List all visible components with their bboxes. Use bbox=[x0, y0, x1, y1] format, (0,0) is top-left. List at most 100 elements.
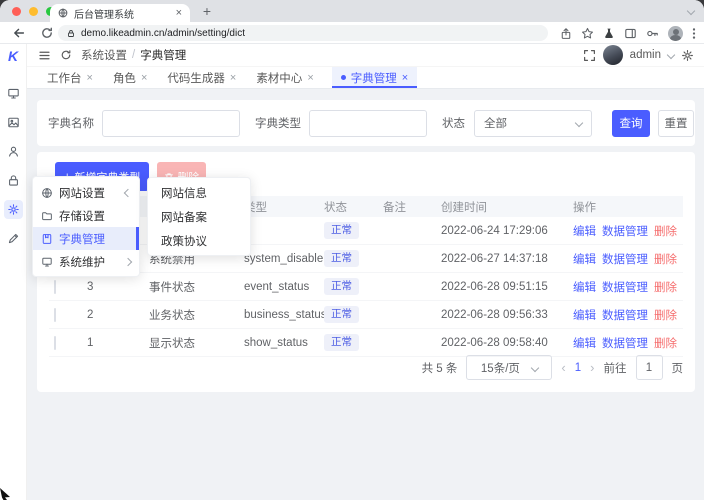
submenu-item-网站信息[interactable]: 网站信息 bbox=[148, 181, 250, 205]
app-logo[interactable]: K bbox=[0, 44, 26, 68]
extension-flask-icon[interactable] bbox=[603, 27, 615, 40]
cell-status: 正常 bbox=[324, 278, 383, 295]
cell-type: show_status bbox=[244, 337, 324, 349]
share-icon[interactable] bbox=[560, 27, 572, 40]
row-action-edit[interactable]: 编辑 bbox=[573, 335, 596, 351]
close-window-button[interactable] bbox=[12, 7, 21, 16]
row-action-data[interactable]: 数据管理 bbox=[602, 307, 648, 323]
row-action-edit[interactable]: 编辑 bbox=[573, 307, 596, 323]
row-action-delete[interactable]: 删除 bbox=[654, 223, 677, 239]
status-select[interactable]: 全部 bbox=[474, 110, 592, 137]
page-unit-label: 页 bbox=[672, 360, 684, 376]
row-action-edit[interactable]: 编辑 bbox=[573, 251, 596, 267]
page-tab-工作台[interactable]: 工作台× bbox=[45, 67, 95, 88]
header-remark: 备注 bbox=[383, 199, 441, 215]
table-row: 1显示状态show_status正常2022-06-28 09:58:40编辑数… bbox=[49, 329, 683, 357]
user-menu-caret-icon[interactable] bbox=[667, 51, 675, 59]
row-action-edit[interactable]: 编辑 bbox=[573, 279, 596, 295]
menu-item-存储设置[interactable]: 存储设置 bbox=[33, 204, 139, 227]
back-icon[interactable] bbox=[12, 26, 26, 40]
cell-checkbox bbox=[49, 309, 87, 321]
page-tab-close-icon[interactable]: × bbox=[141, 72, 147, 84]
browser-tab[interactable]: 后台管理系统 × bbox=[50, 4, 190, 22]
minimize-window-button[interactable] bbox=[29, 7, 38, 16]
row-action-data[interactable]: 数据管理 bbox=[602, 223, 648, 239]
collapse-menu-icon[interactable] bbox=[38, 49, 51, 62]
table-row: 正常2022-06-24 17:29:06编辑数据管理删除 bbox=[49, 217, 683, 245]
browser-profile-avatar[interactable] bbox=[668, 26, 683, 41]
breadcrumb-parent[interactable]: 系统设置 bbox=[81, 47, 127, 63]
page-tab-字典管理[interactable]: 字典管理× bbox=[332, 67, 417, 88]
cell-name: 业务状态 bbox=[149, 307, 244, 323]
cell-checkbox bbox=[49, 337, 87, 349]
password-key-icon[interactable] bbox=[646, 27, 659, 40]
menu-item-网站设置[interactable]: 网站设置 bbox=[33, 181, 139, 204]
breadcrumb: 系统设置 / 字典管理 bbox=[81, 47, 186, 63]
browser-tabstrip: 后台管理系统 × + bbox=[0, 0, 704, 22]
website-settings-submenu: 网站信息网站备案政策协议 bbox=[147, 177, 251, 256]
row-action-edit[interactable]: 编辑 bbox=[573, 223, 596, 239]
row-checkbox[interactable] bbox=[54, 280, 56, 294]
goto-page-input[interactable]: 1 bbox=[636, 355, 663, 380]
user-avatar[interactable] bbox=[603, 45, 623, 65]
menu-item-系统维护[interactable]: 系统维护 bbox=[33, 250, 139, 273]
sidebar-item-user-icon[interactable] bbox=[4, 142, 23, 161]
status-badge: 正常 bbox=[324, 334, 359, 351]
row-checkbox[interactable] bbox=[54, 336, 56, 350]
header-actions: 操作 bbox=[573, 199, 683, 215]
sidebar-item-pen-icon[interactable] bbox=[4, 229, 23, 248]
browser-menu-icon[interactable] bbox=[692, 27, 696, 40]
page-tab-角色[interactable]: 角色× bbox=[111, 67, 149, 88]
row-action-delete[interactable]: 删除 bbox=[654, 251, 677, 267]
cell-actions: 编辑数据管理删除 bbox=[573, 307, 683, 323]
status-badge: 正常 bbox=[324, 222, 359, 239]
cell-created: 2022-06-28 09:58:40 bbox=[441, 337, 573, 349]
row-action-delete[interactable]: 删除 bbox=[654, 335, 677, 351]
macos-traffic-lights[interactable] bbox=[12, 7, 55, 16]
sidebar-item-gear-icon[interactable] bbox=[4, 200, 23, 219]
bookmark-star-icon[interactable] bbox=[581, 27, 594, 40]
header-created: 创建时间 bbox=[441, 199, 573, 215]
total-count: 共 5 条 bbox=[422, 360, 458, 376]
prev-page-button[interactable]: ‹ bbox=[561, 360, 565, 375]
page-size-select[interactable]: 15条/页 bbox=[466, 355, 552, 380]
current-page[interactable]: 1 bbox=[575, 362, 581, 374]
sidebar-item-image-icon[interactable] bbox=[4, 113, 23, 132]
row-action-data[interactable]: 数据管理 bbox=[602, 335, 648, 351]
page-tab-close-icon[interactable]: × bbox=[307, 72, 313, 84]
url-bar[interactable]: demo.likeadmin.cn/admin/setting/dict bbox=[58, 25, 548, 41]
new-tab-button[interactable]: + bbox=[200, 4, 214, 18]
submenu-item-网站备案[interactable]: 网站备案 bbox=[148, 205, 250, 229]
sidebar-item-lock-icon[interactable] bbox=[4, 171, 23, 190]
reload-icon[interactable] bbox=[40, 26, 54, 40]
fullscreen-icon[interactable] bbox=[583, 49, 596, 62]
username[interactable]: admin bbox=[630, 49, 661, 61]
side-panel-icon[interactable] bbox=[624, 27, 637, 40]
row-action-data[interactable]: 数据管理 bbox=[602, 251, 648, 267]
page-tab-素材中心[interactable]: 素材中心 × bbox=[254, 67, 315, 88]
search-button[interactable]: 查询 bbox=[612, 110, 650, 137]
dict-name-input[interactable] bbox=[102, 110, 240, 137]
cell-status: 正常 bbox=[324, 306, 383, 323]
submenu-item-政策协议[interactable]: 政策协议 bbox=[148, 229, 250, 253]
page-tab-close-icon[interactable]: × bbox=[230, 72, 236, 84]
cell-created: 2022-06-28 09:56:33 bbox=[441, 309, 573, 321]
menu-item-字典管理[interactable]: 字典管理 bbox=[33, 227, 139, 250]
reset-button[interactable]: 重置 bbox=[658, 110, 694, 137]
sidebar-item-monitor-icon[interactable] bbox=[4, 84, 23, 103]
row-checkbox[interactable] bbox=[54, 308, 56, 322]
row-action-delete[interactable]: 删除 bbox=[654, 279, 677, 295]
browser-tab-close-icon[interactable]: × bbox=[176, 8, 182, 19]
next-page-button[interactable]: › bbox=[590, 360, 594, 375]
row-action-data[interactable]: 数据管理 bbox=[602, 279, 648, 295]
page-tab-close-icon[interactable]: × bbox=[402, 72, 408, 84]
settings-gear-icon[interactable] bbox=[681, 49, 694, 62]
refresh-page-icon[interactable] bbox=[60, 49, 72, 61]
dict-type-input[interactable] bbox=[309, 110, 427, 137]
sidebar-icon-list bbox=[0, 84, 26, 248]
row-action-delete[interactable]: 删除 bbox=[654, 307, 677, 323]
page-tab-close-icon[interactable]: × bbox=[87, 72, 93, 84]
page-tab-代码生成器[interactable]: 代码生成器× bbox=[165, 67, 238, 88]
page-tab-label: 素材中心 bbox=[256, 70, 302, 86]
cell-type: event_status bbox=[244, 281, 324, 293]
